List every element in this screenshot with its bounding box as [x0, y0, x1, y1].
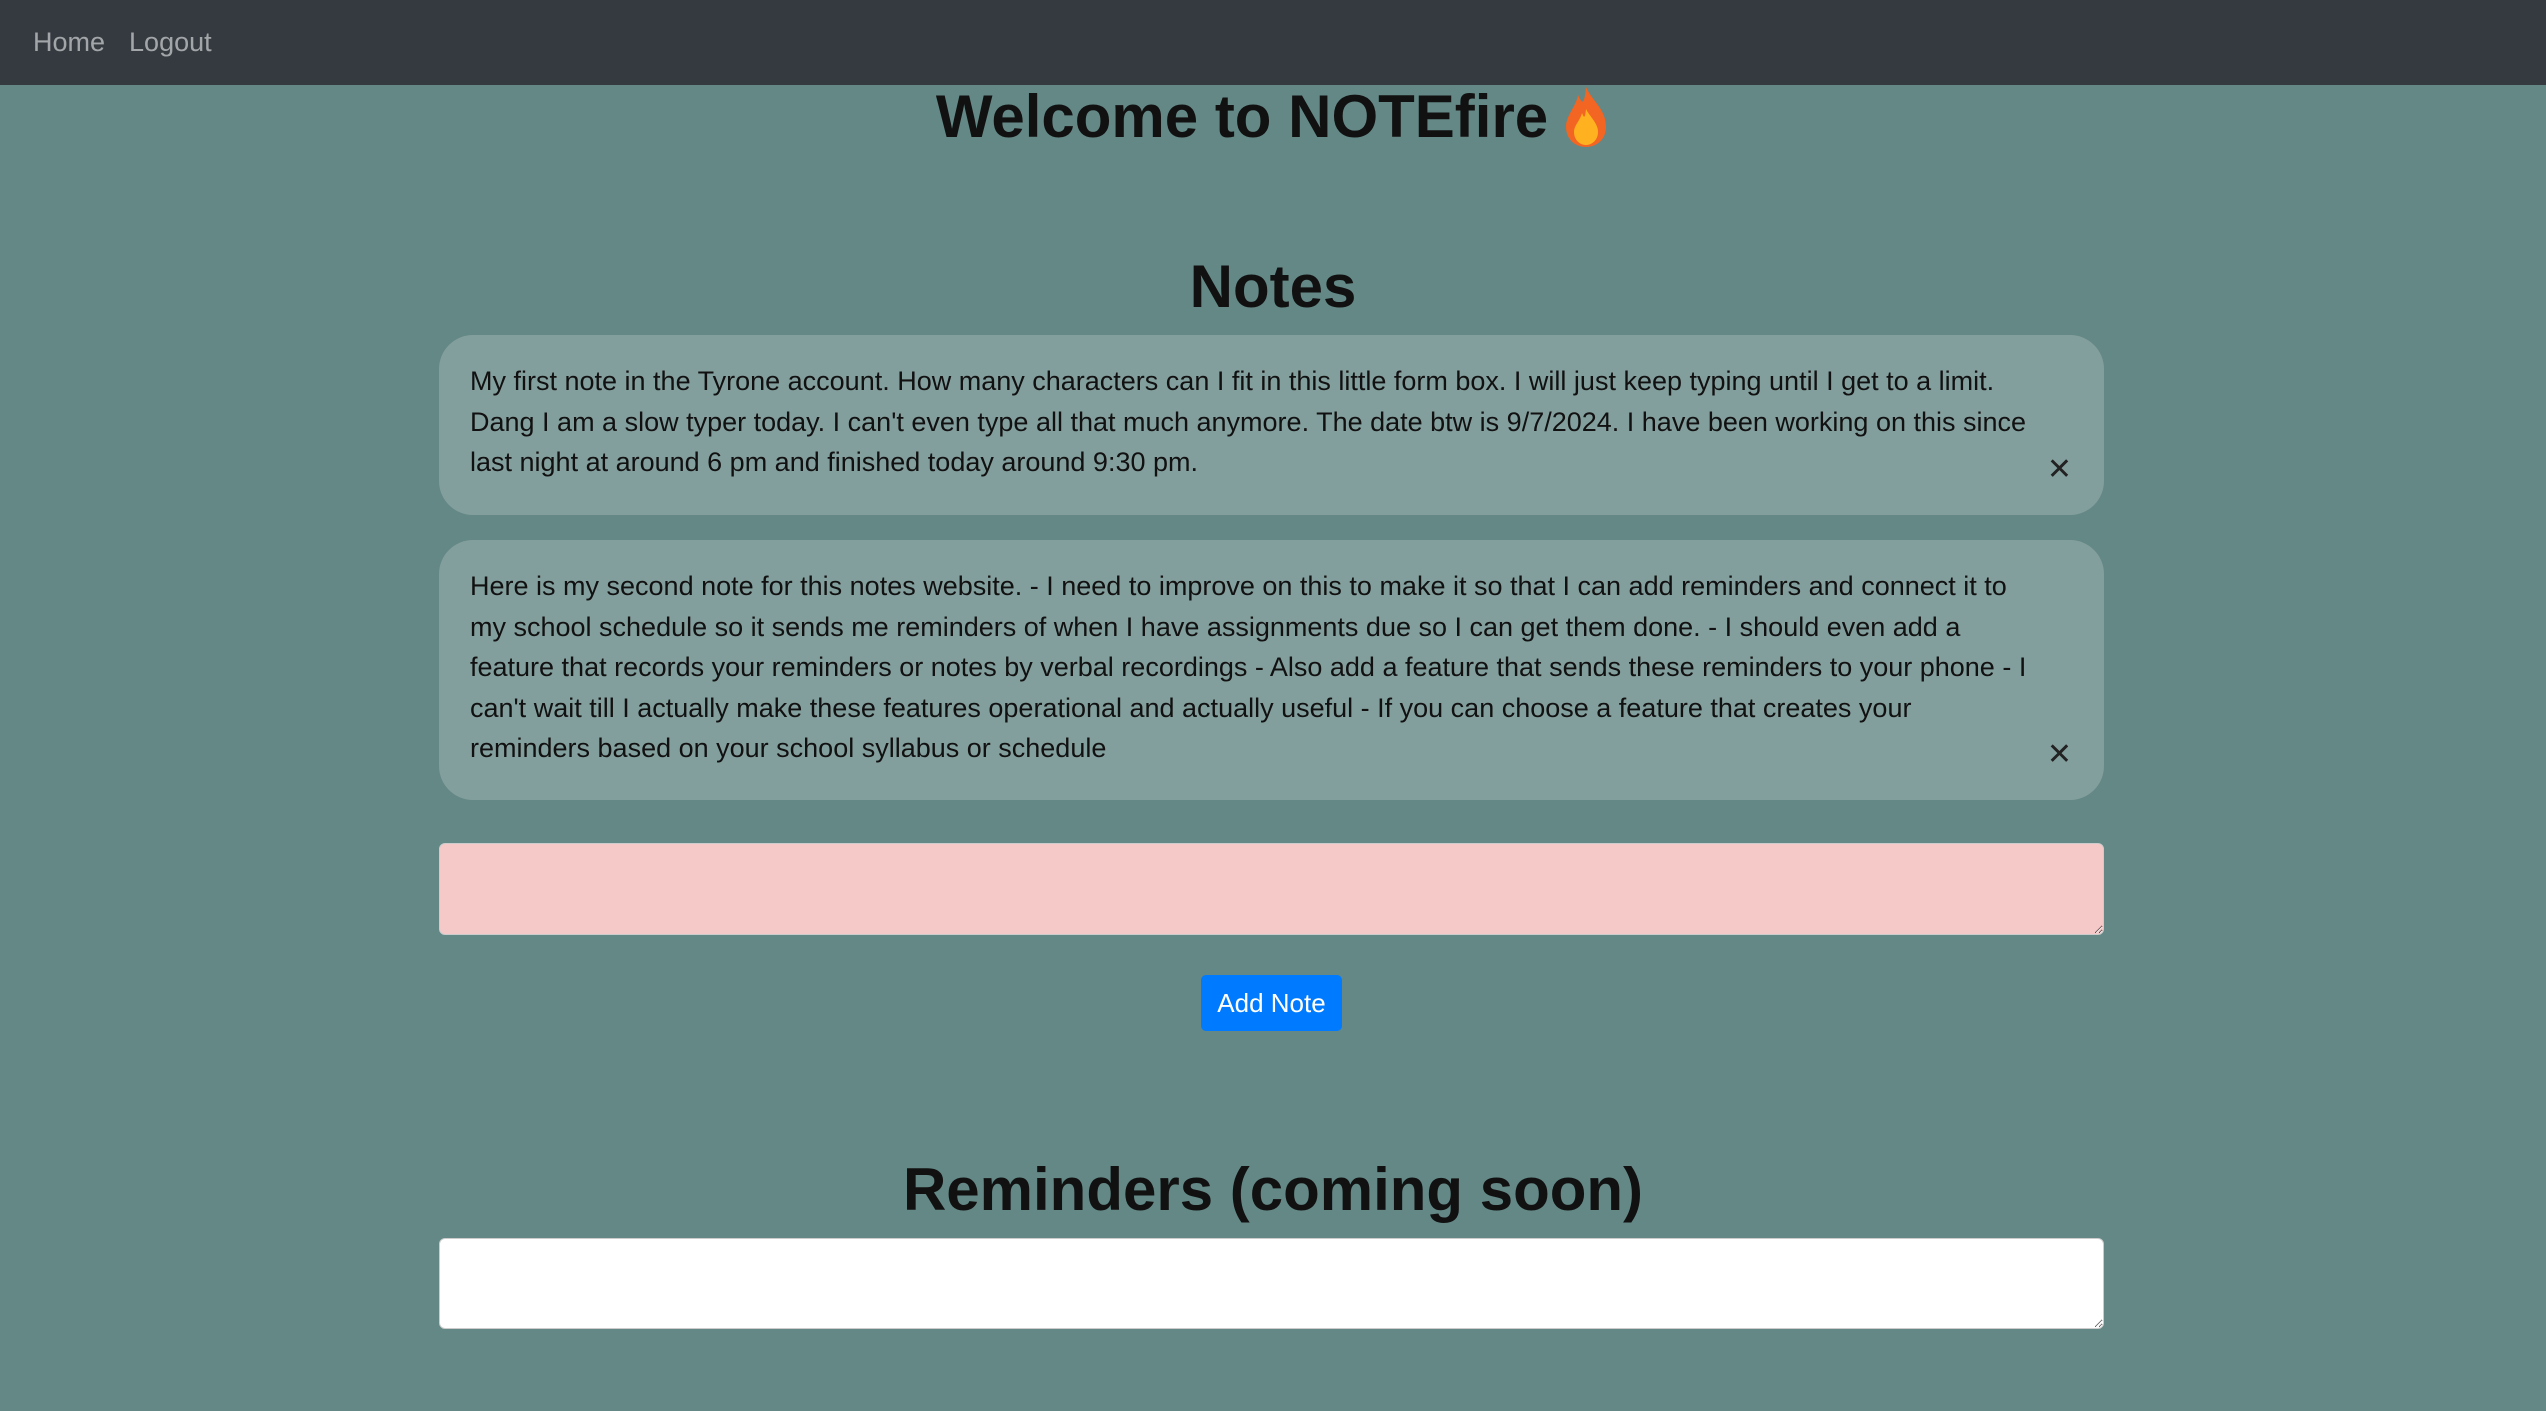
navbar: Home Logout [0, 0, 2546, 85]
flame-icon [1562, 85, 1610, 149]
close-icon[interactable]: ✕ [2047, 740, 2072, 770]
note-text: Here is my second note for this notes we… [470, 571, 2027, 763]
reminder-input[interactable] [439, 1238, 2104, 1329]
new-note-input[interactable] [439, 843, 2104, 935]
reminders-heading: Reminders (coming soon) [902, 1156, 1644, 1223]
notes-heading: Notes [1189, 253, 1357, 320]
note-text: My first note in the Tyrone account. How… [470, 366, 2027, 477]
note-card: Here is my second note for this notes we… [439, 540, 2104, 800]
nav-logout-link[interactable]: Logout [129, 27, 212, 58]
page-title: Welcome to NOTEfire [0, 82, 2546, 151]
page-title-text: Welcome to NOTEfire [935, 83, 1549, 150]
note-card: My first note in the Tyrone account. How… [439, 335, 2104, 515]
nav-home-link[interactable]: Home [33, 27, 105, 58]
close-icon[interactable]: ✕ [2047, 455, 2072, 485]
add-note-button[interactable]: Add Note [1201, 975, 1342, 1031]
